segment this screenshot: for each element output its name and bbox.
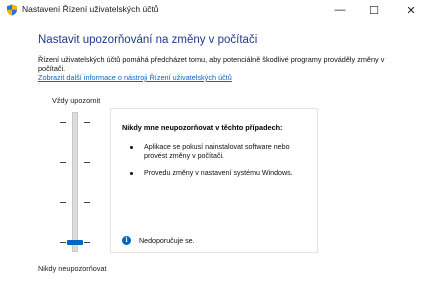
list-item: Provedu změny v nastavení systému Window… <box>121 169 311 178</box>
info-icon: i <box>122 236 131 245</box>
recommendation-text: Nedoporučuje se. <box>139 236 195 245</box>
recommendation-row: i Nedoporučuje se. <box>122 236 195 245</box>
slider-track[interactable] <box>72 112 78 252</box>
notification-level-slider[interactable] <box>55 112 95 252</box>
slider-tick <box>60 122 66 123</box>
maximize-icon: ☐ <box>369 4 379 17</box>
slider-top-label: Vždy upozornit <box>52 96 101 105</box>
uac-shield-icon <box>7 4 17 16</box>
bullet-list: Aplikace se pokusí nainstalovat software… <box>121 143 311 186</box>
minimize-icon: — <box>334 4 346 16</box>
slider-tick <box>84 202 90 203</box>
window-title: Nastavení Řízení uživatelských účtů <box>22 4 159 14</box>
slider-tick <box>84 162 90 163</box>
bullet-icon <box>130 172 133 175</box>
slider-tick <box>60 162 66 163</box>
slider-tick <box>84 122 90 123</box>
description-text: Řízení uživatelských účtů pomáhá předchá… <box>38 55 385 73</box>
bullet-icon <box>130 146 133 149</box>
slider-thumb[interactable] <box>67 240 83 245</box>
slider-bottom-label: Nikdy neupozorňovat <box>38 264 107 273</box>
bullet-text: Aplikace se pokusí nainstalovat software… <box>144 143 290 160</box>
slider-tick <box>84 242 90 243</box>
title-bar: Nastavení Řízení uživatelských účtů — ☐ … <box>0 0 430 20</box>
level-description-panel: Nikdy mne neupozorňovat v těchto případe… <box>110 108 318 253</box>
minimize-button[interactable]: — <box>323 0 357 20</box>
bullet-text: Provedu změny v nastavení systému Window… <box>144 169 293 177</box>
slider-tick <box>60 242 66 243</box>
maximize-button[interactable]: ☐ <box>357 0 391 20</box>
slider-tick <box>60 202 66 203</box>
list-item: Aplikace se pokusí nainstalovat software… <box>121 143 311 161</box>
page-title: Nastavit upozorňování na změny v počítač… <box>38 34 258 46</box>
close-icon: ✕ <box>406 4 416 17</box>
more-info-link[interactable]: Zobrazit další informace o nástroji Říze… <box>38 73 232 82</box>
close-button[interactable]: ✕ <box>392 0 430 20</box>
panel-title: Nikdy mne neupozorňovat v těchto případe… <box>122 123 283 132</box>
